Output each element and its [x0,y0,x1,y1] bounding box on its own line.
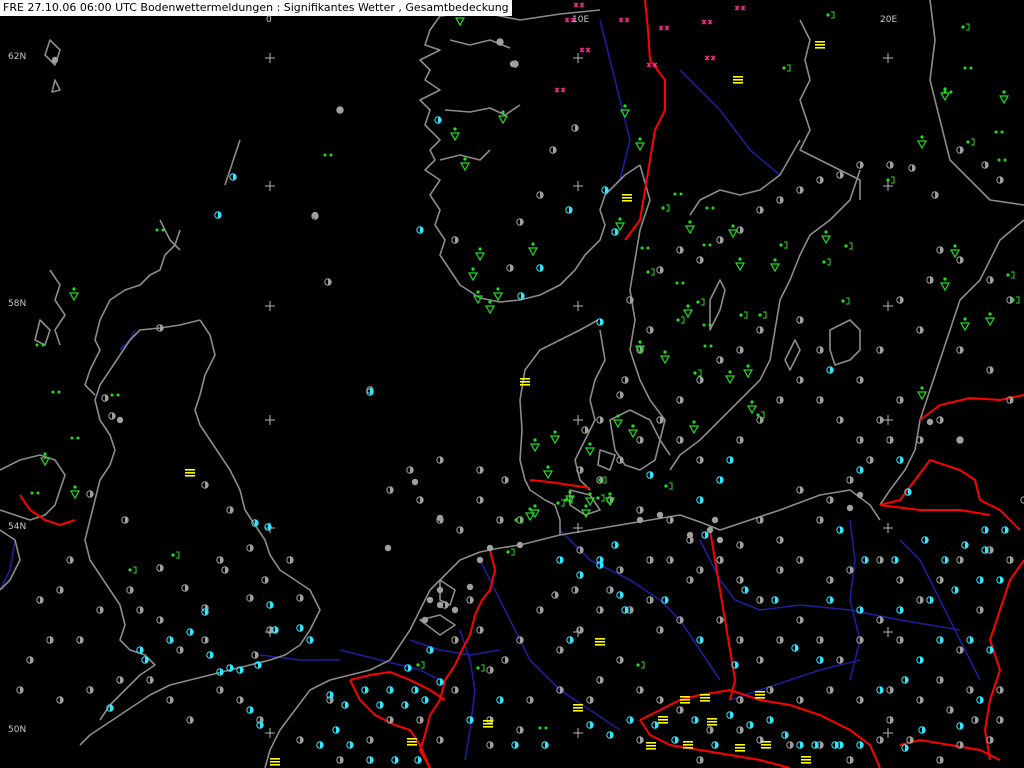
overcast-circle [636,516,644,524]
overcast-circle [426,596,434,604]
fog-bars [520,378,530,386]
fog-bars [761,741,771,749]
fog-bars [658,716,668,724]
fog-bars [680,696,690,704]
grid-label-62n: 62N [8,52,27,62]
overcast-circle [116,416,124,424]
overcast-circle [711,516,719,524]
grid-label-10e: 10E [572,15,590,25]
fog-bars [815,41,825,49]
fog-bars [700,694,710,702]
fog-bars [622,194,632,202]
overcast-circle [436,601,444,609]
overcast-circle [716,536,724,544]
grid-label-58n: 58N [8,299,27,309]
overcast-circle [926,418,934,426]
overcast-circle [686,531,694,539]
fog-bars [185,469,195,477]
fog-bars [735,744,745,752]
overcast-circle [516,541,524,549]
fog-bars [733,76,743,84]
overcast-circle [706,526,714,534]
overcast-circle [466,583,474,591]
fog-bars [646,742,656,750]
overcast-circle [336,106,344,114]
fog-bars [483,720,493,728]
grid-label-54n: 54N [8,522,27,532]
overcast-circle [486,544,494,552]
fog-bars [573,704,583,712]
overcast-circle [956,436,964,444]
fog-bars [683,741,693,749]
overcast-circle [451,606,459,614]
fog-bars [755,691,765,699]
overcast-circle [846,504,854,512]
fog-bars [270,758,280,766]
overcast-circle [436,586,444,594]
map-title: FRE 27.10.06 06:00 UTC Bodenwettermeldun… [0,0,512,16]
overcast-circle [509,60,517,68]
overcast-circle [384,544,392,552]
overcast-circle [421,616,429,624]
overcast-circle [656,511,664,519]
fog-bars [707,718,717,726]
fog-bars [595,638,605,646]
fog-bars [801,756,811,764]
overcast-circle [411,478,419,486]
overcast-circle [51,56,59,64]
overcast-circle [311,211,319,219]
overcast-circle [496,38,504,46]
fog-bars [407,738,417,746]
weather-map [0,0,1024,768]
grid-label-0: 0 [266,15,272,25]
grid-label-50n: 50N [8,725,27,735]
grid-label-20e: 20E [880,15,898,25]
overcast-circle [856,491,864,499]
overcast-circle [436,514,444,522]
overcast-circle [476,556,484,564]
